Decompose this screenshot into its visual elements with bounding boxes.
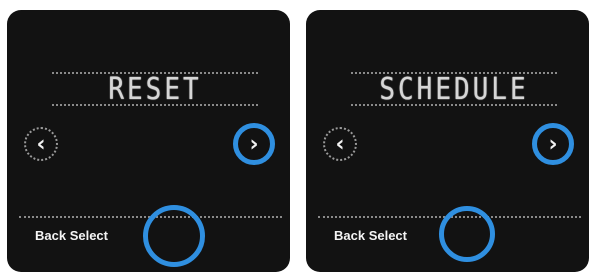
menu-title: RESET (108, 72, 202, 108)
chevron-left-icon[interactable]: ‹ (24, 127, 58, 161)
title-bottom-divider (351, 104, 557, 106)
softkey-labels: Back Select (334, 228, 407, 243)
thermostat-screen-schedule: SCHEDULE ‹ › Back Select (306, 10, 589, 272)
select-button-highlight[interactable] (143, 205, 205, 267)
chevron-right-icon[interactable]: › (532, 123, 574, 165)
menu-title: SCHEDULE (379, 72, 529, 108)
title-bottom-divider (52, 104, 258, 106)
thermostat-screen-reset: RESET ‹ › Back Select (7, 10, 290, 272)
chevron-right-icon[interactable]: › (233, 123, 275, 165)
select-button-highlight[interactable] (439, 206, 495, 262)
chevron-left-icon[interactable]: ‹ (323, 127, 357, 161)
softkey-labels: Back Select (35, 228, 108, 243)
